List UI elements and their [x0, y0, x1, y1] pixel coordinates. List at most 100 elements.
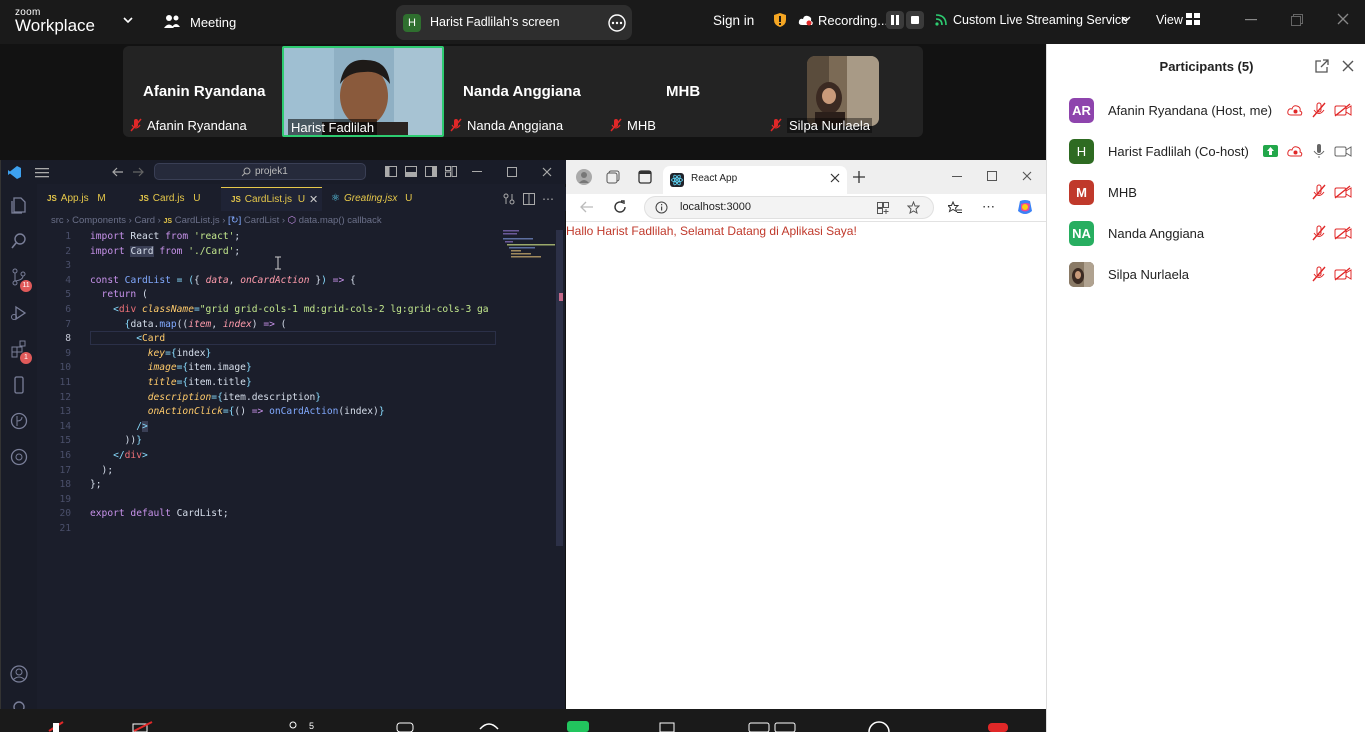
participant-row[interactable]: AR Afanin Ryandana (Host, me): [1047, 90, 1365, 131]
workspaces-icon[interactable]: [606, 170, 620, 184]
mic-muted-icon[interactable]: [1312, 266, 1326, 282]
screen-share-indicator[interactable]: H Harist Fadlilah's screen: [396, 5, 632, 40]
mute-mic-icon[interactable]: [47, 721, 65, 732]
editor-tab-greating[interactable]: ⚛ Greating.jsx U: [331, 187, 431, 211]
video-tile-mhb[interactable]: MHB MHB: [604, 46, 764, 137]
end-meeting-icon[interactable]: [986, 721, 1010, 732]
breadcrumb-item[interactable]: Card: [134, 215, 155, 226]
react-icon[interactable]: [478, 721, 500, 732]
toggle-secondary-sidebar-icon[interactable]: [425, 166, 437, 177]
address-bar[interactable]: localhost:3000: [644, 196, 934, 219]
menu-hamburger-icon[interactable]: [35, 168, 49, 178]
search-icon[interactable]: [10, 232, 28, 250]
profile-avatar-icon[interactable]: [576, 169, 592, 185]
chat-icon[interactable]: [395, 721, 415, 732]
editor-tab-app[interactable]: JS App.js M: [47, 187, 127, 211]
minimap[interactable]: [501, 228, 557, 260]
restore-window-icon[interactable]: [1291, 14, 1303, 26]
participant-row[interactable]: NA Nanda Anggiana: [1047, 213, 1365, 254]
minimize-window-icon[interactable]: [1245, 19, 1257, 21]
explorer-icon[interactable]: [10, 196, 28, 214]
settings-more-icon[interactable]: ⋯: [982, 199, 995, 215]
toggle-panel-icon[interactable]: [405, 166, 417, 177]
close-window-icon[interactable]: [1337, 13, 1349, 25]
video-tile-nanda[interactable]: Nanda Anggiana Nanda Anggiana: [444, 46, 604, 137]
video-tile-silpa[interactable]: Silpa Nurlaela: [764, 46, 923, 137]
apps-icon[interactable]: [658, 721, 676, 732]
browser-tab-react-app[interactable]: React App: [663, 166, 847, 194]
toggle-sidebar-icon[interactable]: [385, 166, 397, 177]
chevron-down-icon[interactable]: [1121, 15, 1131, 23]
chevron-down-icon[interactable]: [122, 15, 134, 25]
security-shield-icon[interactable]: [773, 12, 787, 28]
video-tile-harist[interactable]: Harist Fadlilah: [282, 46, 444, 137]
back-arrow-icon[interactable]: [112, 167, 124, 177]
more-icon[interactable]: [866, 721, 892, 732]
pause-recording-button[interactable]: [886, 11, 904, 29]
mic-muted-icon[interactable]: [1312, 102, 1326, 118]
minimize-window-icon[interactable]: [472, 171, 482, 173]
device-icon[interactable]: [10, 376, 28, 394]
more-options-icon[interactable]: [608, 14, 626, 32]
settings-gear-icon[interactable]: [10, 698, 28, 709]
command-center-search[interactable]: projek1: [154, 163, 366, 180]
site-info-icon[interactable]: [655, 201, 668, 214]
video-tile-afanin[interactable]: Afanin Ryandana Afanin Ryandana: [123, 46, 283, 137]
editor-tab-cardlist[interactable]: JS CardList.js U ✕: [221, 187, 322, 211]
app-available-icon[interactable]: [877, 202, 889, 214]
share-screen-icon[interactable]: [566, 720, 590, 732]
breadcrumb-item[interactable]: CardList.js: [175, 215, 220, 226]
close-tab-icon[interactable]: [830, 173, 840, 183]
pop-out-icon[interactable]: [1315, 59, 1329, 73]
breadcrumb-item[interactable]: data.map() callback: [299, 215, 382, 226]
video-off-icon[interactable]: [1334, 267, 1352, 281]
video-off-icon[interactable]: [1334, 103, 1352, 117]
participant-row[interactable]: Silpa Nurlaela: [1047, 254, 1365, 295]
tab-actions-icon[interactable]: [638, 170, 652, 184]
editor-tab-card[interactable]: JS Card.js U: [139, 187, 219, 211]
mic-on-icon[interactable]: [1312, 143, 1326, 159]
close-tab-icon[interactable]: ✕: [309, 188, 318, 212]
remote-explorer-icon[interactable]: [10, 448, 28, 466]
meeting-label[interactable]: Meeting: [190, 15, 236, 30]
start-video-icon[interactable]: [132, 721, 156, 732]
back-arrow-icon[interactable]: [580, 201, 594, 213]
breadcrumb-item[interactable]: src: [51, 215, 64, 226]
close-window-icon[interactable]: [1022, 171, 1032, 181]
forward-arrow-icon[interactable]: [132, 167, 144, 177]
run-debug-icon[interactable]: [10, 304, 28, 322]
favorite-star-icon[interactable]: [907, 201, 920, 214]
copilot-icon[interactable]: [1016, 199, 1034, 217]
view-menu[interactable]: View: [1156, 13, 1183, 27]
compare-changes-icon[interactable]: [503, 193, 515, 205]
participants-icon[interactable]: 5: [287, 721, 317, 732]
stop-recording-button[interactable]: [906, 11, 924, 29]
customize-layout-icon[interactable]: [445, 166, 457, 177]
split-editor-icon[interactable]: [523, 193, 535, 205]
video-off-icon[interactable]: [1334, 185, 1352, 199]
mic-muted-icon[interactable]: [1312, 184, 1326, 200]
video-on-icon[interactable]: [1334, 144, 1352, 158]
refresh-icon[interactable]: [613, 200, 627, 214]
participant-row[interactable]: M MHB: [1047, 172, 1365, 213]
grid-view-icon[interactable]: [1186, 13, 1200, 26]
live-streaming-service[interactable]: Custom Live Streaming Service: [953, 13, 1128, 27]
git-graph-icon[interactable]: [10, 412, 28, 430]
editor-scrollbar[interactable]: [556, 230, 563, 546]
favorites-icon[interactable]: [948, 201, 962, 215]
participant-row[interactable]: H Harist Fadlilah (Co-host): [1047, 131, 1365, 172]
close-window-icon[interactable]: [542, 167, 552, 177]
new-tab-icon[interactable]: [853, 171, 865, 183]
whiteboards-icon[interactable]: [748, 721, 798, 732]
maximize-window-icon[interactable]: [507, 167, 517, 177]
sign-in-link[interactable]: Sign in: [713, 13, 754, 28]
mic-muted-icon[interactable]: [1312, 225, 1326, 241]
breadcrumb-item[interactable]: Components: [72, 215, 126, 226]
more-actions-icon[interactable]: ⋯: [542, 192, 554, 206]
close-panel-icon[interactable]: [1342, 60, 1354, 72]
maximize-window-icon[interactable]: [987, 171, 997, 181]
video-off-icon[interactable]: [1334, 226, 1352, 240]
account-icon[interactable]: [10, 665, 28, 683]
breadcrumb-item[interactable]: CardList: [244, 215, 279, 226]
minimize-window-icon[interactable]: [952, 176, 962, 178]
